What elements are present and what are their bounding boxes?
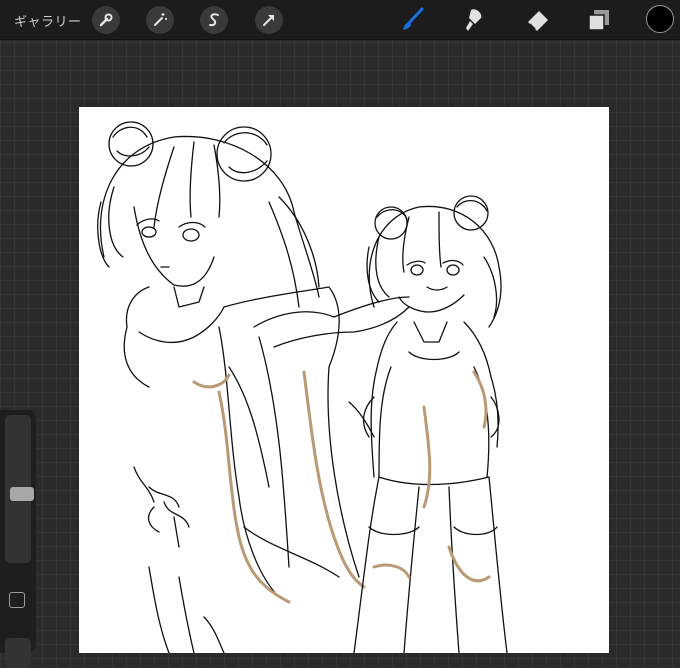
gallery-button[interactable]: ギャラリー: [14, 11, 82, 30]
brush-size-slider[interactable]: [5, 415, 34, 563]
color-picker-button[interactable]: [646, 5, 674, 33]
transform-arrow-icon[interactable]: [255, 6, 283, 34]
modify-button[interactable]: [9, 592, 25, 608]
magic-wand-icon[interactable]: [146, 6, 174, 34]
layers-icon[interactable]: [584, 5, 614, 35]
eraser-icon[interactable]: [523, 5, 553, 35]
smudge-icon[interactable]: [460, 5, 490, 35]
opacity-slider[interactable]: [5, 638, 31, 668]
brush-icon[interactable]: [398, 5, 428, 35]
sketch-artwork: [97, 121, 508, 653]
drawing-canvas[interactable]: [79, 107, 609, 653]
wrench-icon[interactable]: [92, 6, 120, 34]
side-control-bar: [0, 410, 36, 668]
selection-s-icon[interactable]: [200, 6, 228, 34]
brush-size-thumb[interactable]: [10, 487, 34, 501]
top-toolbar: ギャラリー: [0, 0, 680, 40]
